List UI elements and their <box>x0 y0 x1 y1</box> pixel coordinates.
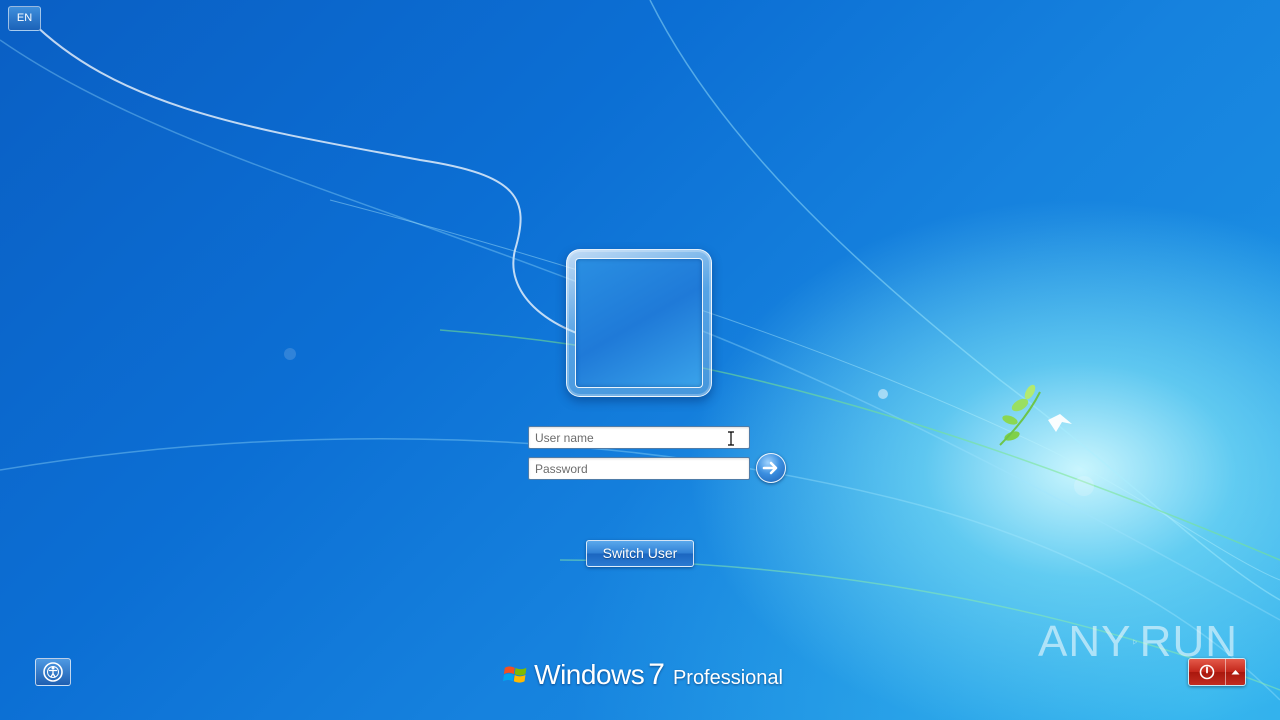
user-picture <box>575 258 703 388</box>
windows-flag-icon <box>503 666 527 683</box>
arrow-right-icon <box>762 461 778 475</box>
brand-version: 7 <box>648 658 665 691</box>
switch-user-button[interactable]: Switch User <box>586 540 694 567</box>
power-icon <box>1199 664 1215 680</box>
ease-of-access-icon <box>43 662 63 682</box>
brand-product-name: Windows <box>534 659 645 690</box>
leaf-bird-emblem <box>999 384 1072 446</box>
submit-login-button[interactable] <box>756 453 786 483</box>
ease-of-access-button[interactable] <box>35 658 71 686</box>
play-icon <box>1133 639 1138 645</box>
shutdown-button[interactable] <box>1189 659 1226 685</box>
language-indicator-button[interactable]: EN <box>8 6 41 31</box>
chevron-up-icon <box>1231 670 1240 675</box>
username-input[interactable] <box>528 426 750 449</box>
watermark-text-left: ANY <box>1038 617 1132 666</box>
windows-branding: Windows 7 Professional <box>503 655 783 695</box>
shutdown-options-button[interactable] <box>1226 659 1245 685</box>
user-tile-frame <box>566 249 712 397</box>
power-button-group <box>1188 658 1246 686</box>
password-input[interactable] <box>528 457 750 480</box>
brand-edition: Professional <box>672 666 783 689</box>
